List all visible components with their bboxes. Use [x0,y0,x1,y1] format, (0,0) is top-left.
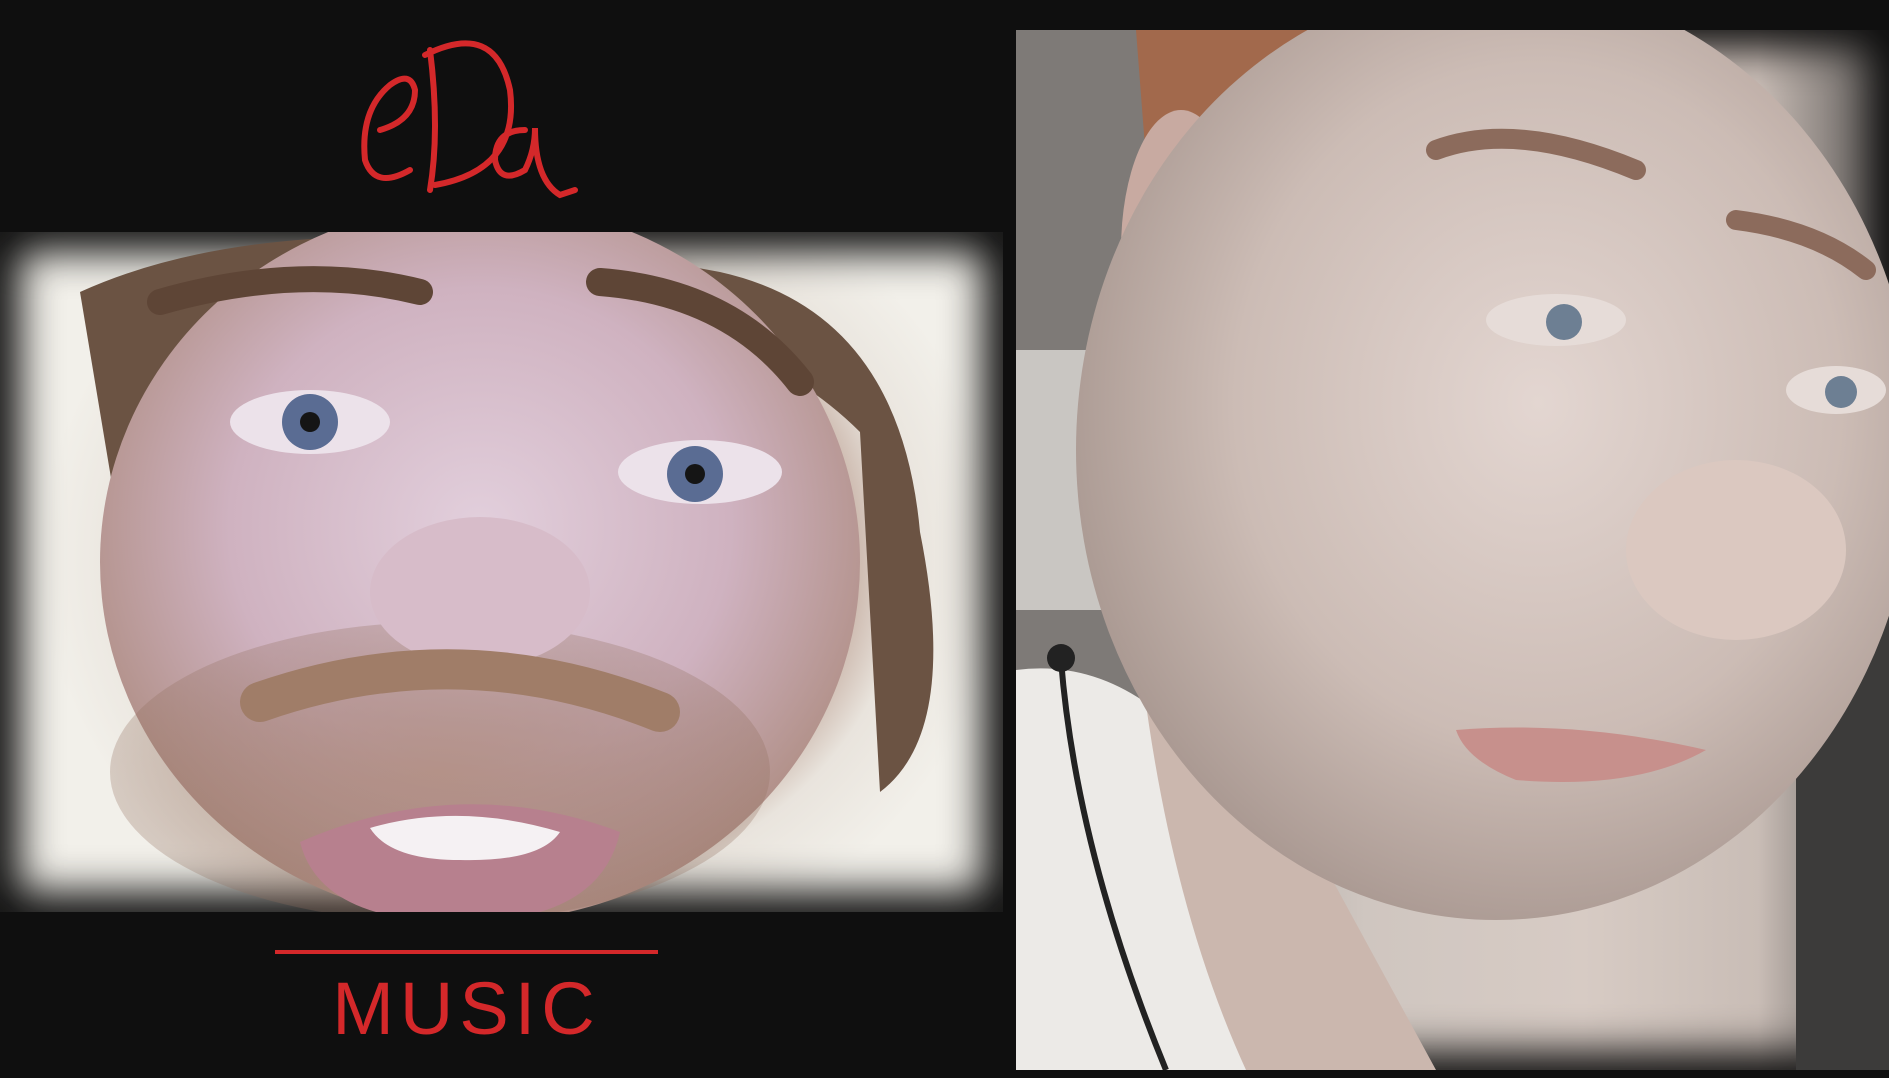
left-video-frame [0,232,1003,912]
right-video-frame [1016,30,1889,1070]
music-divider-line [275,950,658,954]
eda-logo [345,10,590,210]
music-label: MUSIC [332,967,601,1050]
right-face-image [1016,30,1889,1070]
left-face-image [80,232,934,912]
eda-logo-mark [361,40,578,199]
